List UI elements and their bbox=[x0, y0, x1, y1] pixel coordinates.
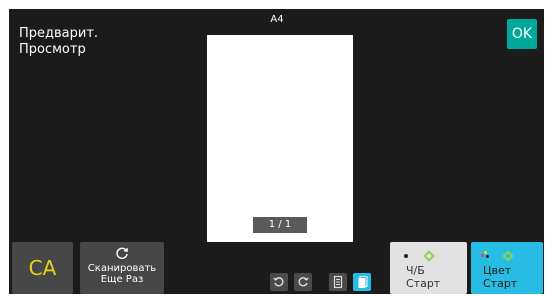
title-line-2: Просмотр bbox=[19, 42, 86, 57]
start-diamond-icon bbox=[423, 250, 435, 262]
bw-start-label: Ч/Б Старт bbox=[406, 264, 440, 290]
paper-size-label: A4 bbox=[270, 14, 284, 25]
page-counter: 1 / 1 bbox=[253, 217, 307, 233]
single-page-icon bbox=[333, 275, 343, 289]
page-title: Предварит. Просмотр bbox=[19, 26, 139, 58]
single-page-view-button[interactable] bbox=[329, 273, 347, 291]
refresh-icon bbox=[116, 247, 128, 259]
title-line-1: Предварит. bbox=[19, 26, 99, 41]
rotate-right-icon bbox=[298, 277, 309, 287]
bw-start-line-2: Старт bbox=[406, 277, 441, 290]
rescan-label-line-2: Еще Раз bbox=[100, 274, 144, 285]
ok-button[interactable]: OK bbox=[507, 19, 537, 49]
rescan-button[interactable]: Сканировать Еще Раз bbox=[80, 242, 164, 294]
color-start-line-1: Цвет bbox=[483, 264, 512, 277]
clear-all-button[interactable]: CA bbox=[12, 242, 73, 294]
thumbnail-view-button[interactable] bbox=[353, 273, 371, 291]
color-dots-icon bbox=[481, 251, 490, 259]
color-start-label: Цвет Старт bbox=[483, 264, 517, 290]
rotate-left-button[interactable] bbox=[270, 273, 288, 291]
rescan-label: Сканировать Еще Раз bbox=[80, 263, 164, 285]
bw-start-button[interactable]: Ч/Б Старт bbox=[390, 242, 467, 294]
rescan-label-line-1: Сканировать bbox=[87, 263, 157, 274]
color-start-button[interactable]: Цвет Старт bbox=[471, 242, 543, 294]
start-diamond-icon bbox=[502, 250, 514, 262]
preview-page: 1 / 1 bbox=[207, 35, 353, 242]
color-start-line-2: Старт bbox=[483, 277, 518, 290]
mono-dot-icon bbox=[404, 254, 408, 258]
rotate-left-icon bbox=[273, 277, 284, 287]
bw-start-line-1: Ч/Б bbox=[406, 264, 425, 277]
rotate-right-button[interactable] bbox=[294, 273, 312, 291]
pages-icon bbox=[358, 276, 368, 288]
preview-screen: Предварит. Просмотр A4 OK 1 / 1 CA Скани… bbox=[9, 9, 544, 294]
